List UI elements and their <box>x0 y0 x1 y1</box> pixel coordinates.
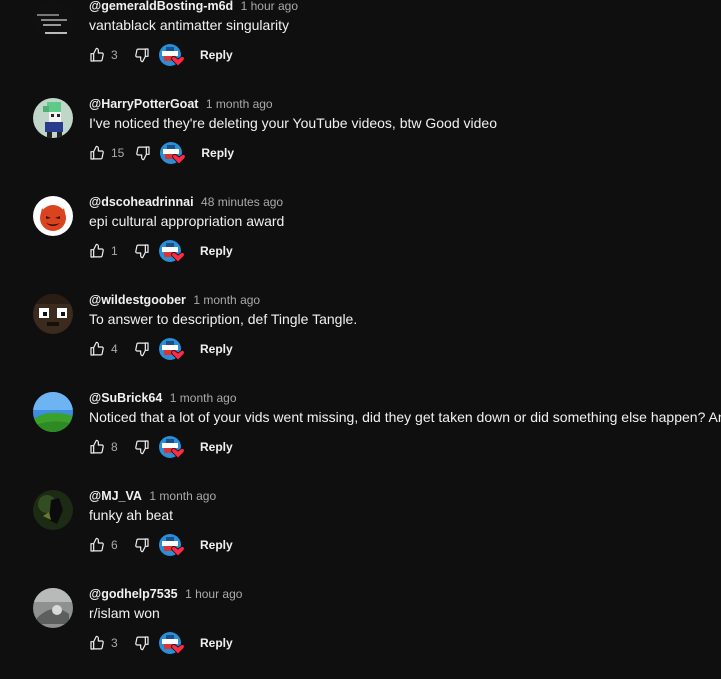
reply-button[interactable]: Reply <box>201 146 234 160</box>
avatar[interactable] <box>33 0 73 40</box>
comment-actions: 3 Reply <box>89 43 233 67</box>
like-count: 1 <box>111 244 118 258</box>
comment-timestamp[interactable]: 1 month ago <box>193 293 260 307</box>
reply-button[interactable]: Reply <box>200 244 233 258</box>
thumbs-down-icon[interactable] <box>134 341 150 357</box>
comment-item: @MJ_VA 1 month ago funky ah beat 6 Reply <box>0 480 721 578</box>
comment-timestamp[interactable]: 48 minutes ago <box>201 195 283 209</box>
avatar[interactable] <box>33 490 73 530</box>
comment-text: funky ah beat <box>89 507 174 523</box>
creator-heart-icon <box>158 631 186 655</box>
like-count: 3 <box>111 48 118 62</box>
thumbs-up-icon[interactable] <box>89 243 105 259</box>
reply-button[interactable]: Reply <box>200 440 233 454</box>
comment-timestamp[interactable]: 1 hour ago <box>241 0 298 13</box>
like-count: 8 <box>111 440 118 454</box>
thumbs-up-icon[interactable] <box>89 145 105 161</box>
reply-button[interactable]: Reply <box>200 636 233 650</box>
comment-item: @HarryPotterGoat 1 month ago I've notice… <box>0 88 721 186</box>
comment-actions: 6 Reply <box>89 533 233 557</box>
comment-actions: 1 Reply <box>89 239 233 263</box>
creator-heart-icon <box>158 43 186 67</box>
creator-heart-icon <box>158 239 186 263</box>
comment-item: @wildestgoober 1 month ago To answer to … <box>0 284 721 382</box>
comment-list: @gemeraldBosting-m6d 1 hour ago vantabla… <box>0 0 721 676</box>
creator-heart-icon <box>158 435 186 459</box>
comment-text: epi cultural appropriation award <box>89 213 285 229</box>
comment-timestamp[interactable]: 1 hour ago <box>185 587 242 601</box>
avatar[interactable] <box>33 392 73 432</box>
comment-header: @wildestgoober 1 month ago <box>89 292 260 308</box>
like-count: 4 <box>111 342 118 356</box>
comment-actions: 3 Reply <box>89 631 233 655</box>
comment-actions: 4 Reply <box>89 337 233 361</box>
comment-item: @gemeraldBosting-m6d 1 hour ago vantabla… <box>0 0 721 88</box>
avatar[interactable] <box>33 98 73 138</box>
comment-timestamp[interactable]: 1 month ago <box>170 391 237 405</box>
comment-text: To answer to description, def Tingle Tan… <box>89 311 358 327</box>
avatar[interactable] <box>33 196 73 236</box>
thumbs-up-icon[interactable] <box>89 537 105 553</box>
comment-author[interactable]: @wildestgoober <box>89 293 186 307</box>
comment-header: @HarryPotterGoat 1 month ago <box>89 96 273 112</box>
comment-timestamp[interactable]: 1 month ago <box>206 97 273 111</box>
like-count: 3 <box>111 636 118 650</box>
comment-author[interactable]: @gemeraldBosting-m6d <box>89 0 233 13</box>
comment-author[interactable]: @SuBrick64 <box>89 391 162 405</box>
comment-item: @SuBrick64 1 month ago Noticed that a lo… <box>0 382 721 480</box>
comment-text: I've noticed they're deleting your YouTu… <box>89 115 497 131</box>
thumbs-down-icon[interactable] <box>134 635 150 651</box>
comment-header: @dscoheadrinnai 48 minutes ago <box>89 194 283 210</box>
thumbs-up-icon[interactable] <box>89 341 105 357</box>
comment-actions: 8 Reply <box>89 435 233 459</box>
comment-timestamp[interactable]: 1 month ago <box>149 489 216 503</box>
comment-author[interactable]: @HarryPotterGoat <box>89 97 198 111</box>
comment-header: @MJ_VA 1 month ago <box>89 488 216 504</box>
comment-text: Noticed that a lot of your vids went mis… <box>89 409 721 425</box>
comment-author[interactable]: @dscoheadrinnai <box>89 195 194 209</box>
thumbs-down-icon[interactable] <box>134 47 150 63</box>
creator-heart-icon <box>159 141 187 165</box>
avatar[interactable] <box>33 294 73 334</box>
reply-button[interactable]: Reply <box>200 538 233 552</box>
creator-heart-icon <box>158 533 186 557</box>
thumbs-down-icon[interactable] <box>135 145 151 161</box>
thumbs-down-icon[interactable] <box>134 439 150 455</box>
comment-header: @SuBrick64 1 month ago <box>89 390 237 406</box>
thumbs-up-icon[interactable] <box>89 635 105 651</box>
comment-author[interactable]: @godhelp7535 <box>89 587 178 601</box>
creator-heart-icon <box>158 337 186 361</box>
comment-text: vantablack antimatter singularity <box>89 17 289 33</box>
thumbs-up-icon[interactable] <box>89 47 105 63</box>
comment-actions: 15 Reply <box>89 141 234 165</box>
thumbs-up-icon[interactable] <box>89 439 105 455</box>
thumbs-down-icon[interactable] <box>134 243 150 259</box>
comment-header: @gemeraldBosting-m6d 1 hour ago <box>89 0 298 14</box>
reply-button[interactable]: Reply <box>200 48 233 62</box>
thumbs-down-icon[interactable] <box>134 537 150 553</box>
comment-text: r/islam won <box>89 605 160 621</box>
comment-item: @godhelp7535 1 hour ago r/islam won 3 Re… <box>0 578 721 676</box>
avatar[interactable] <box>33 588 73 628</box>
like-count: 15 <box>111 146 125 160</box>
comment-author[interactable]: @MJ_VA <box>89 489 142 503</box>
comment-header: @godhelp7535 1 hour ago <box>89 586 242 602</box>
like-count: 6 <box>111 538 118 552</box>
reply-button[interactable]: Reply <box>200 342 233 356</box>
comment-item: @dscoheadrinnai 48 minutes ago epi cultu… <box>0 186 721 284</box>
